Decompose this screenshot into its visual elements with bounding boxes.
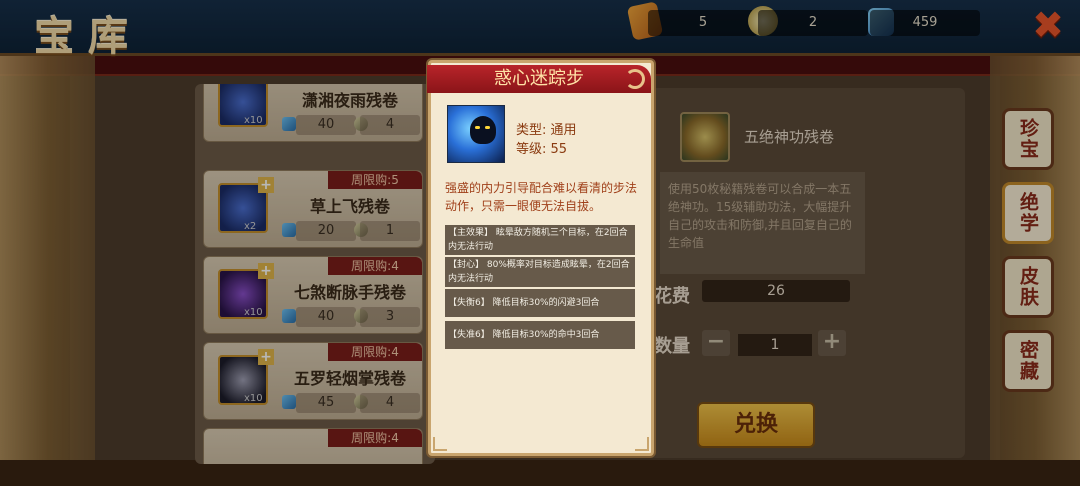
skill-tooltip-popup: 惑心迷踪步 类型: 通用 等级: 55 强盛的内力引导配合难以看清的步法动作，只… bbox=[427, 60, 654, 456]
corner-ornament-icon bbox=[433, 437, 447, 451]
effect-row: 【失准6】 降低目标30%的命中3回合 bbox=[445, 321, 635, 349]
effect-row: 【失衡6】 降低目标30%的闪避3回合 bbox=[445, 289, 635, 317]
skill-type: 类型: 通用 bbox=[516, 123, 577, 138]
skill-description: 强盛的内力引导配合难以看清的步法动作，只需一眼便无法自拔。 bbox=[445, 181, 638, 213]
skill-icon bbox=[447, 105, 505, 163]
popup-title-text: 惑心迷踪步 bbox=[494, 68, 584, 89]
eye-icon bbox=[475, 126, 480, 129]
effect-row: 【封心】 80%概率对目标造成眩晕，在2回合内无法行动 bbox=[445, 257, 635, 287]
shadow-figure-icon bbox=[470, 116, 496, 144]
eye-icon bbox=[485, 126, 490, 129]
skill-level: 等级: 55 bbox=[516, 142, 568, 157]
effect-row: 【主效果】 眩晕敌方随机三个目标，在2回合内无法行动 bbox=[445, 225, 635, 255]
corner-ornament-icon bbox=[635, 437, 649, 451]
popup-title: 惑心迷踪步 bbox=[427, 65, 651, 93]
swirl-ornament-icon bbox=[625, 69, 645, 89]
treasure-screen: 宝库 5 2 459 ✖ x10 潇湘夜雨残卷 40 4 周限购:5 + x2 … bbox=[0, 0, 1080, 486]
